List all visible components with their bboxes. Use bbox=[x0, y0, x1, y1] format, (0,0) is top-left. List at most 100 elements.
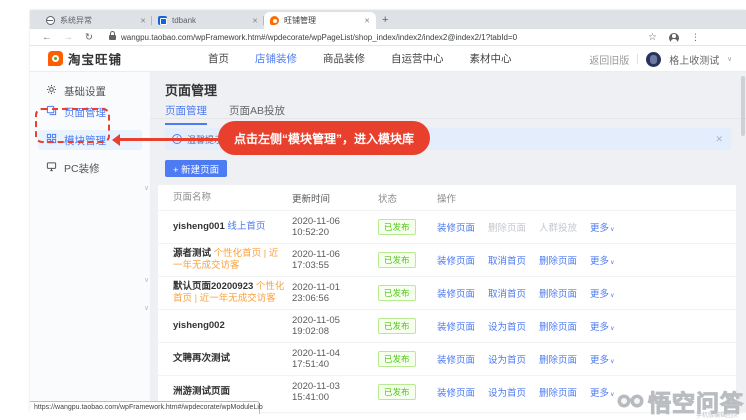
sidebar: 基础设置 页面管理模块管理 PC装修 bbox=[30, 72, 150, 412]
column-header: 页面名称 bbox=[173, 191, 212, 203]
status-cell: 已发布 bbox=[378, 252, 437, 268]
back-to-old-link[interactable]: 返回旧版 bbox=[589, 52, 629, 67]
gear-icon bbox=[46, 84, 57, 98]
chevron-down-icon: ∨ bbox=[610, 392, 615, 398]
operations-cell: 装修页面 删除页面 人群投放 更多∨ bbox=[437, 220, 736, 234]
status-cell: 已发布 bbox=[378, 318, 437, 334]
tab-close-icon[interactable]: ✕ bbox=[140, 17, 146, 25]
page-name-cell: yisheng001 线上首页 bbox=[173, 221, 292, 233]
sidebar-item-基础设置[interactable]: 基础设置 bbox=[38, 81, 142, 101]
table-body: yisheng001 线上首页 2020-11-06 10:52:20 已发布 装修页… bbox=[158, 210, 736, 408]
alert-close-icon[interactable]: ✕ bbox=[715, 134, 723, 145]
gutter-caret-icon[interactable]: ∨ bbox=[144, 184, 149, 192]
op-装修页面[interactable]: 装修页面 bbox=[437, 352, 475, 366]
chevron-down-icon[interactable]: ∨ bbox=[727, 55, 732, 63]
browser-tab[interactable]: 旺铺管理 ✕ bbox=[264, 12, 376, 29]
sidebar-item-label: PC装修 bbox=[64, 162, 100, 175]
screenshot-root: 系统异常 ✕ tdbank ✕ 旺铺管理 ✕ + ← → ↻ wangpu.taobao.c… bbox=[0, 0, 746, 420]
chevron-down-icon: ∨ bbox=[610, 326, 615, 332]
op-更多[interactable]: 更多∨ bbox=[590, 286, 614, 300]
link-preview-statusbar: https://wangpu.taobao.com/wpFramework.ht… bbox=[30, 401, 263, 414]
browser-tab[interactable]: tdbank ✕ bbox=[152, 12, 264, 29]
op-取消首页[interactable]: 取消首页 bbox=[488, 253, 526, 267]
tab-页面管理[interactable]: 页面管理 bbox=[165, 103, 207, 125]
op-删除页面[interactable]: 删除页面 bbox=[539, 319, 577, 333]
tab-close-icon[interactable]: ✕ bbox=[364, 17, 370, 25]
op-更多[interactable]: 更多∨ bbox=[590, 385, 614, 399]
page-name: 文聘再次测试 bbox=[173, 353, 231, 365]
scrollbar-thumb[interactable] bbox=[741, 76, 745, 136]
sidebar-item-label: 模块管理 bbox=[64, 134, 106, 147]
monitor-icon bbox=[46, 161, 57, 175]
status-cell: 已发布 bbox=[378, 285, 437, 301]
sidebar-item-页面管理[interactable]: 页面管理 bbox=[38, 102, 142, 122]
body-area: 基础设置 页面管理 模块管理 PC装修 点击左侧“模块管理”，进入模块库 ∨ ∨ ∨ … bbox=[30, 72, 746, 412]
gutter-caret-icon[interactable]: ∨ bbox=[144, 304, 149, 312]
lock-icon bbox=[108, 31, 116, 40]
gutter-caret-icon[interactable]: ∨ bbox=[144, 276, 149, 284]
op-设为首页[interactable]: 设为首页 bbox=[488, 319, 526, 333]
op-删除页面[interactable]: 删除页面 bbox=[539, 352, 577, 366]
page-name: 源者测试 bbox=[173, 248, 212, 260]
new-page-button[interactable]: + 新建页面 bbox=[165, 160, 228, 177]
pages-icon bbox=[46, 105, 57, 119]
page-table-card: 页面名称 更新时间 状态 操作 yisheng001 线上首页 2020-11-06 1… bbox=[158, 185, 736, 412]
reload-icon[interactable]: ↻ bbox=[85, 32, 93, 43]
op-更多[interactable]: 更多∨ bbox=[590, 220, 614, 234]
tab-close-icon[interactable]: ✕ bbox=[252, 17, 258, 25]
update-time: 2020-11-06 10:52:20 bbox=[292, 216, 340, 238]
back-icon[interactable]: ← bbox=[42, 32, 52, 43]
page-link[interactable]: 线上首页 bbox=[227, 221, 265, 232]
toolbar-right: ☆ ⋮ bbox=[648, 29, 700, 46]
column-header: 状态 bbox=[378, 193, 398, 205]
op-装修页面[interactable]: 装修页面 bbox=[437, 286, 475, 300]
tab-title: 系统异常 bbox=[60, 16, 92, 25]
wangpu-favicon bbox=[270, 16, 279, 25]
chrome-profile-icon[interactable] bbox=[669, 32, 679, 43]
table-row: yisheng002 2020-11-05 19:02:08 已发布 装修页面 设为首页… bbox=[158, 309, 736, 342]
status-badge: 已发布 bbox=[378, 384, 416, 400]
nav-item-自运营中心[interactable]: 自运营中心 bbox=[391, 51, 444, 66]
new-tab-button[interactable]: + bbox=[382, 15, 388, 26]
table-row: 文聘再次测试 2020-11-04 17:51:40 已发布 装修页面 设为首页 删除页面… bbox=[158, 342, 736, 375]
op-装修页面[interactable]: 装修页面 bbox=[437, 220, 475, 234]
op-设为首页[interactable]: 设为首页 bbox=[488, 352, 526, 366]
op-更多[interactable]: 更多∨ bbox=[590, 253, 614, 267]
sidebar-item-PC装修[interactable]: PC装修 bbox=[38, 158, 142, 178]
modules-icon bbox=[46, 133, 57, 147]
op-更多[interactable]: 更多∨ bbox=[590, 352, 614, 366]
op-删除页面[interactable]: 删除页面 bbox=[539, 286, 577, 300]
op-装修页面[interactable]: 装修页面 bbox=[437, 319, 475, 333]
browser-tab[interactable]: 系统异常 ✕ bbox=[40, 12, 152, 29]
op-取消首页[interactable]: 取消首页 bbox=[488, 286, 526, 300]
taobao-wangpu-logo[interactable]: 淘宝旺铺 bbox=[48, 49, 122, 68]
op-更多[interactable]: 更多∨ bbox=[590, 319, 614, 333]
op-删除页面[interactable]: 删除页面 bbox=[539, 253, 577, 267]
table-row: 源者测试 个性化首页 | 近一年无成交访客 2020-11-06 17:03:55… bbox=[158, 243, 736, 276]
op-设为首页[interactable]: 设为首页 bbox=[488, 385, 526, 399]
op-装修页面[interactable]: 装修页面 bbox=[437, 253, 475, 267]
app-header: 淘宝旺铺 首页 店铺装修 商品装修 自运营中心 素材中心 返回旧版 格上收测试 ∨ bbox=[30, 46, 746, 72]
status-badge: 已发布 bbox=[378, 219, 416, 235]
operations-cell: 装修页面 取消首页 删除页面 更多∨ bbox=[437, 253, 736, 267]
user-name[interactable]: 格上收测试 bbox=[669, 52, 719, 67]
user-avatar[interactable] bbox=[646, 51, 662, 67]
page-name: 默认页面20200923 bbox=[173, 281, 254, 293]
nav-item-素材中心[interactable]: 素材中心 bbox=[470, 51, 512, 66]
operations-cell: 装修页面 设为首页 删除页面 更多∨ bbox=[437, 352, 736, 366]
op-装修页面[interactable]: 装修页面 bbox=[437, 385, 475, 399]
chrome-menu-icon[interactable]: ⋮ bbox=[691, 32, 700, 43]
nav-item-首页[interactable]: 首页 bbox=[208, 51, 229, 66]
bookmark-star-icon[interactable]: ☆ bbox=[648, 32, 657, 43]
column-header: 操作 bbox=[437, 193, 457, 205]
page-name-cell: 洲游测试页面 bbox=[173, 386, 292, 398]
nav-item-商品装修[interactable]: 商品装修 bbox=[323, 51, 365, 66]
update-time: 2020-11-03 15:41:00 bbox=[292, 381, 340, 403]
update-time: 2020-11-04 17:51:40 bbox=[292, 348, 340, 370]
table-row: yisheng001 线上首页 2020-11-06 10:52:20 已发布 装修页… bbox=[158, 210, 736, 243]
op-删除页面[interactable]: 删除页面 bbox=[539, 385, 577, 399]
address-bar[interactable]: wangpu.taobao.com/wpFramework.htm#/wpdec… bbox=[121, 33, 517, 42]
forward-icon[interactable]: → bbox=[64, 32, 74, 43]
chevron-down-icon: ∨ bbox=[610, 359, 615, 365]
nav-item-店铺装修[interactable]: 店铺装修 bbox=[255, 51, 297, 66]
